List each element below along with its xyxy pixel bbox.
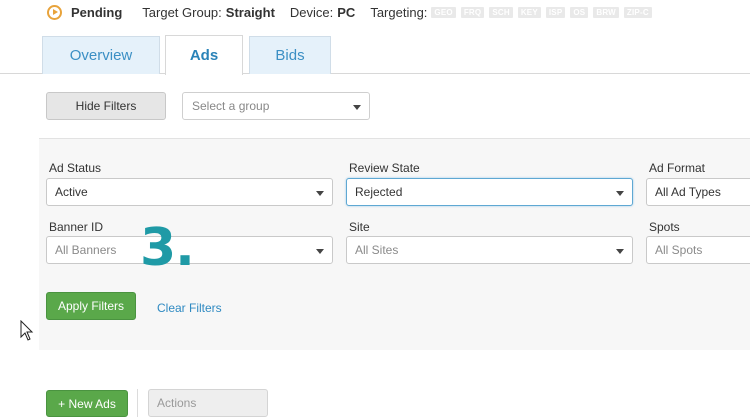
spots-label: Spots <box>649 220 680 234</box>
ad-format-label: Ad Format <box>649 161 706 175</box>
campaign-status-bar: Pending Target Group: Straight Device: P… <box>0 0 750 24</box>
group-select-placeholder: Select a group <box>192 99 270 113</box>
ad-status-value: Active <box>55 185 88 199</box>
hide-filters-button[interactable]: Hide Filters <box>46 92 166 120</box>
device-label: Device: <box>289 4 334 20</box>
chevron-down-icon <box>316 249 324 254</box>
spots-value: All Spots <box>655 243 703 257</box>
ad-format-select[interactable]: All Ad Types <box>646 178 750 206</box>
targeting-chip-frq: FRQ <box>460 6 485 18</box>
group-select[interactable]: Select a group <box>182 92 370 120</box>
site-label: Site <box>349 220 370 234</box>
ad-status-label: Ad Status <box>49 161 102 175</box>
actions-placeholder: Actions <box>157 396 197 410</box>
device-value: PC <box>337 4 356 20</box>
clear-filters-link[interactable]: Clear Filters <box>157 301 222 315</box>
status-text: Pending <box>71 4 123 20</box>
targeting-chip-brw: BRW <box>593 6 619 18</box>
spots-select[interactable]: All Spots <box>646 236 750 264</box>
ad-status-select[interactable]: Active <box>46 178 333 206</box>
targeting-chip-isp: ISP <box>545 6 566 18</box>
review-state-label: Review State <box>349 161 420 175</box>
banner-id-value: All Banners <box>55 243 117 257</box>
mouse-pointer-icon <box>20 320 34 341</box>
chevron-down-icon <box>616 191 624 196</box>
targeting-chip-os: OS <box>570 6 589 18</box>
step-number-annotation: 3. <box>140 218 195 278</box>
targeting-label: Targeting: <box>370 4 428 20</box>
review-state-select[interactable]: Rejected <box>346 178 633 206</box>
banner-id-label: Banner ID <box>49 220 104 234</box>
targeting-chip-geo: GEO <box>431 6 456 18</box>
chevron-down-icon <box>616 249 624 254</box>
target-group-label: Target Group: <box>142 4 222 20</box>
chevron-down-icon <box>316 191 324 196</box>
site-value: All Sites <box>355 243 399 257</box>
tab-overview[interactable]: Overview <box>42 36 160 74</box>
ad-format-value: All Ad Types <box>655 185 721 199</box>
chevron-down-icon <box>353 105 361 110</box>
review-state-value: Rejected <box>355 185 403 199</box>
pending-play-icon <box>47 4 62 20</box>
new-ads-button[interactable]: + New Ads <box>46 390 128 417</box>
tab-bar: Overview Ads Bids <box>0 34 750 75</box>
tab-ads[interactable]: Ads <box>165 35 243 75</box>
apply-filters-button[interactable]: Apply Filters <box>46 292 136 320</box>
targeting-chip-zip: ZIP-C <box>623 6 652 18</box>
targeting-chip-key: KEY <box>517 6 541 18</box>
target-group-value: Straight <box>225 4 275 20</box>
tab-bids[interactable]: Bids <box>249 36 331 74</box>
toolbar-divider <box>137 389 138 417</box>
site-select[interactable]: All Sites <box>346 236 633 264</box>
actions-select[interactable]: Actions <box>148 389 268 417</box>
targeting-chip-sch: SCH <box>489 6 513 18</box>
